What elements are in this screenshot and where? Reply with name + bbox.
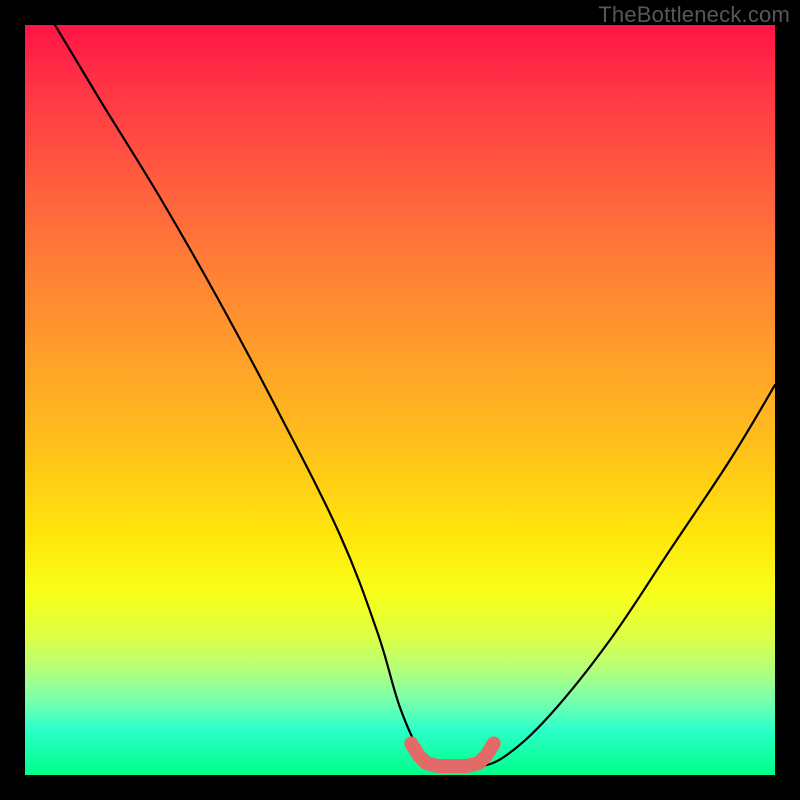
plot-area [25,25,775,775]
flat-bottom-marker [411,744,494,767]
chart-svg [25,25,775,775]
bottleneck-curve [55,25,775,768]
watermark-text: TheBottleneck.com [598,2,790,28]
chart-frame: TheBottleneck.com [0,0,800,800]
